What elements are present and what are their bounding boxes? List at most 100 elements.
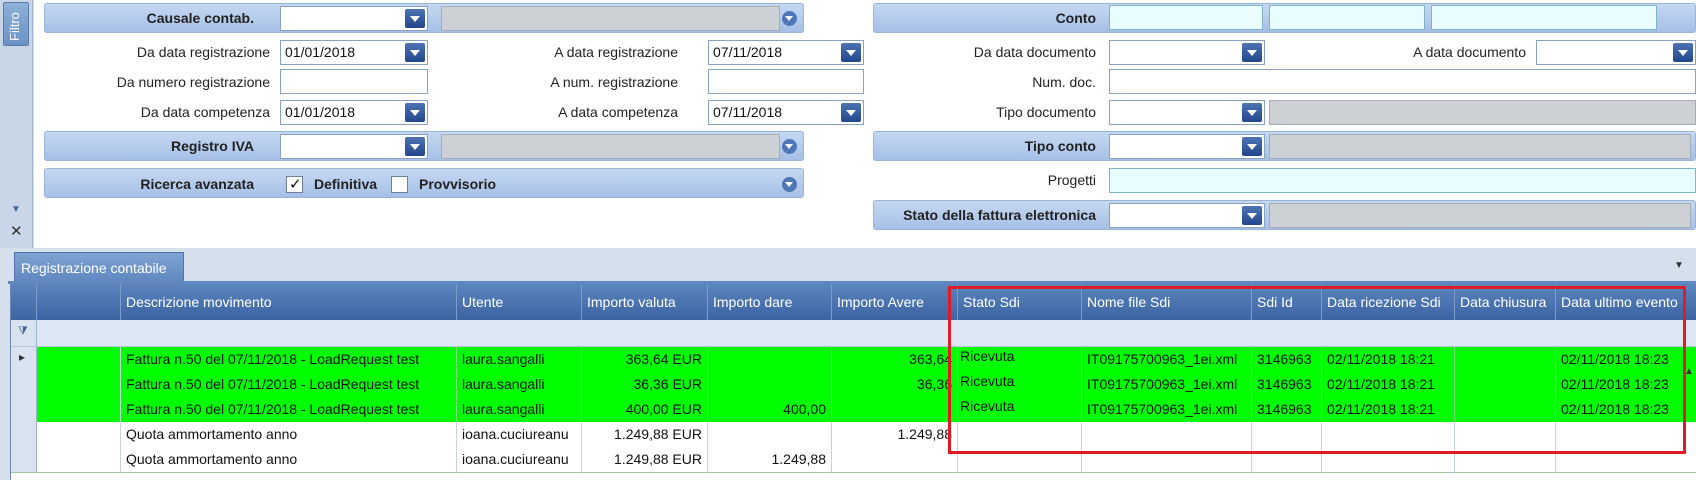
dropdown-icon[interactable]: [405, 9, 425, 28]
dropdown-icon[interactable]: [1242, 206, 1262, 225]
cell-dare[interactable]: [708, 347, 832, 373]
num-doc-field[interactable]: [1109, 69, 1696, 94]
header-blank: [37, 284, 121, 320]
expand-icon[interactable]: [782, 177, 797, 192]
cell-desc[interactable]: Quota ammortamento anno: [121, 447, 457, 473]
cell-valuta[interactable]: 1.249,88 EUR: [582, 422, 708, 448]
dropdown-icon[interactable]: [1673, 43, 1693, 62]
a-data-reg-field[interactable]: 07/11/2018: [708, 40, 864, 65]
cell-valuta[interactable]: 400,00 EUR: [582, 397, 708, 423]
cell-dare[interactable]: [708, 372, 832, 398]
dropdown-icon[interactable]: [405, 137, 425, 156]
a-data-doc-field[interactable]: [1536, 40, 1696, 65]
a-data-reg-label: A data registrazione: [554, 44, 678, 60]
dropdown-icon[interactable]: [841, 103, 861, 122]
dropdown-icon[interactable]: [1242, 103, 1262, 122]
da-data-doc-field[interactable]: [1109, 40, 1265, 65]
row-indicator[interactable]: [11, 422, 37, 447]
cell-desc[interactable]: Quota ammortamento anno: [121, 422, 457, 448]
definitiva-checkbox[interactable]: ✓: [286, 176, 303, 193]
conto-code-field[interactable]: [1109, 5, 1263, 30]
dropdown-icon[interactable]: [841, 43, 861, 62]
dropdown-icon[interactable]: [1242, 137, 1262, 156]
header-utente[interactable]: Utente: [457, 284, 582, 320]
conto-label: Conto: [1055, 10, 1096, 26]
da-num-reg-field[interactable]: [280, 69, 428, 94]
filter-tab[interactable]: Filtro: [3, 2, 29, 46]
cell-avere[interactable]: 36,36: [832, 372, 958, 398]
header-indicator: [11, 284, 37, 320]
tab-menu-arrow-icon[interactable]: ▼: [1674, 260, 1684, 271]
tipo-conto-select[interactable]: [1109, 134, 1265, 159]
cell-dare[interactable]: 1.249,88: [708, 447, 832, 473]
annotation-highlight-box: [948, 286, 1686, 454]
row-blank-cell: [37, 347, 121, 373]
cell-valuta[interactable]: 363,64 EUR: [582, 347, 708, 373]
registro-iva-label: Registro IVA: [171, 138, 254, 154]
row-indicator[interactable]: [11, 372, 37, 397]
row-blank-cell: [37, 397, 121, 423]
a-data-reg-value: 07/11/2018: [713, 44, 783, 60]
cell-utente[interactable]: ioana.cuciureanu: [457, 422, 582, 448]
registro-iva-description: [441, 134, 780, 159]
cell-avere[interactable]: 363,64: [832, 347, 958, 373]
row-indicator[interactable]: [11, 397, 37, 422]
cell-utente[interactable]: laura.sangalli: [457, 347, 582, 373]
dropdown-icon[interactable]: [405, 43, 425, 62]
cell-avere[interactable]: 1.249,88: [832, 422, 958, 448]
provvisorio-label: Provvisorio: [419, 176, 497, 192]
header-importo-valuta[interactable]: Importo valuta: [582, 284, 708, 320]
row-indicator[interactable]: [11, 447, 37, 472]
cell-avere[interactable]: [832, 447, 958, 473]
cell-valuta[interactable]: 36,36 EUR: [582, 372, 708, 398]
row-blank-cell: [37, 447, 121, 473]
conto-sub-field[interactable]: [1269, 5, 1425, 30]
stato-fe-select[interactable]: [1109, 203, 1265, 228]
ricerca-label: Ricerca avanzata: [140, 176, 254, 192]
header-importo-avere[interactable]: Importo Avere: [832, 284, 958, 320]
row-indicator[interactable]: ▸: [11, 347, 37, 372]
a-data-doc-label: A data documento: [1413, 44, 1526, 60]
conto-desc-field[interactable]: [1431, 5, 1657, 30]
cell-dare[interactable]: [708, 422, 832, 448]
da-data-comp-value: 01/01/2018: [285, 104, 356, 120]
cell-utente[interactable]: laura.sangalli: [457, 372, 582, 398]
a-num-reg-field[interactable]: [708, 69, 864, 94]
a-data-comp-label: A data competenza: [558, 104, 678, 120]
funnel-icon[interactable]: ⧩: [18, 325, 28, 338]
a-data-comp-field[interactable]: 07/11/2018: [708, 100, 864, 125]
expand-icon[interactable]: [782, 139, 797, 154]
cell-desc[interactable]: Fattura n.50 del 07/11/2018 - LoadReques…: [121, 347, 457, 373]
expand-icon[interactable]: [782, 11, 797, 26]
causale-label: Causale contab.: [146, 10, 254, 26]
dropdown-icon[interactable]: [1242, 43, 1262, 62]
stato-fe-description: [1269, 203, 1691, 228]
cell-avere[interactable]: [832, 397, 958, 423]
registro-iva-select[interactable]: [280, 134, 428, 159]
cell-utente[interactable]: laura.sangalli: [457, 397, 582, 423]
filter-tab-label: Filtro: [7, 12, 22, 41]
collapse-arrow-icon[interactable]: ▼: [11, 204, 21, 215]
tab-registrazione[interactable]: Registrazione contabile: [14, 252, 184, 282]
scroll-up-icon[interactable]: ▲: [1684, 366, 1694, 377]
progetti-field[interactable]: [1109, 168, 1696, 193]
a-data-comp-value: 07/11/2018: [713, 104, 783, 120]
cell-desc[interactable]: Fattura n.50 del 07/11/2018 - LoadReques…: [121, 397, 457, 423]
tipo-conto-label: Tipo conto: [1024, 138, 1096, 154]
header-descrizione[interactable]: Descrizione movimento: [121, 284, 457, 320]
cell-dare[interactable]: 400,00: [708, 397, 832, 423]
header-importo-dare[interactable]: Importo dare: [708, 284, 832, 320]
da-data-comp-field[interactable]: 01/01/2018: [280, 100, 428, 125]
cell-desc[interactable]: Fattura n.50 del 07/11/2018 - LoadReques…: [121, 372, 457, 398]
cell-utente[interactable]: ioana.cuciureanu: [457, 447, 582, 473]
da-data-doc-label: Da data documento: [973, 44, 1096, 60]
cell-valuta[interactable]: 1.249,88 EUR: [582, 447, 708, 473]
tipo-doc-select[interactable]: [1109, 100, 1265, 125]
provvisorio-checkbox[interactable]: [391, 176, 408, 193]
dropdown-icon[interactable]: [405, 103, 425, 122]
close-icon[interactable]: ✕: [10, 222, 23, 240]
causale-select[interactable]: [280, 6, 428, 31]
da-data-reg-field[interactable]: 01/01/2018: [280, 40, 428, 65]
a-num-reg-label: A num. registrazione: [550, 74, 678, 90]
stato-fe-label: Stato della fattura elettronica: [903, 207, 1096, 223]
